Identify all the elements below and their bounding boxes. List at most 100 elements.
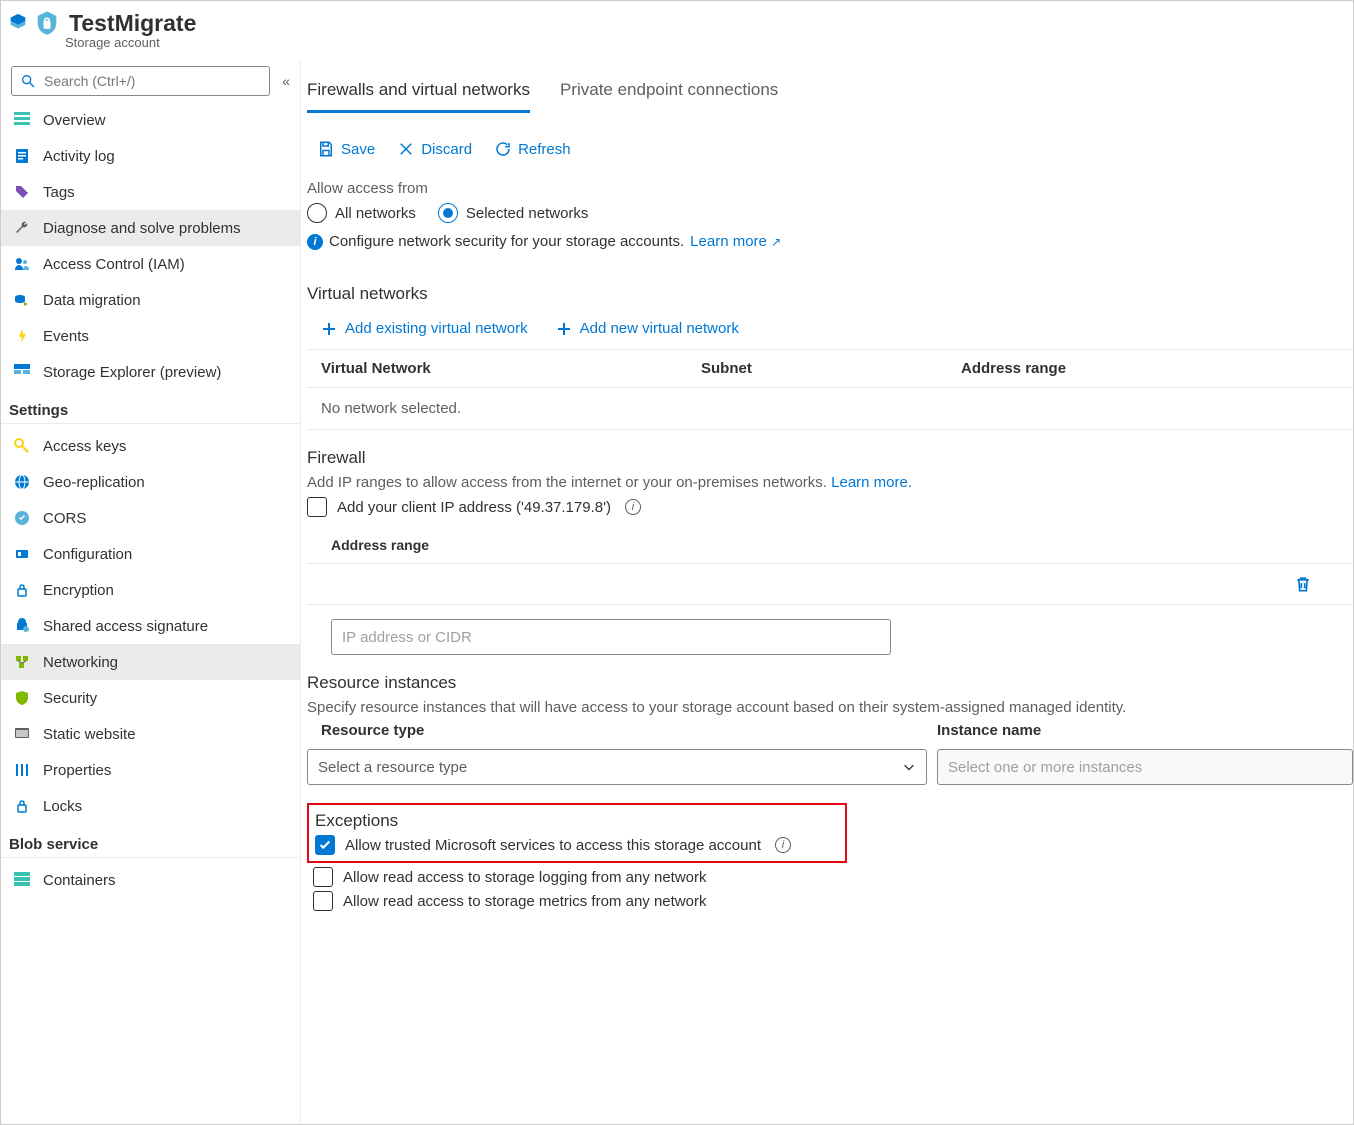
add-existing-vnet-button[interactable]: Add existing virtual network [321, 320, 528, 337]
radio-all-networks[interactable]: All networks [307, 203, 416, 223]
button-label: Add existing virtual network [345, 320, 528, 337]
info-icon[interactable]: i [625, 499, 641, 515]
sidebar-item-label: Networking [43, 654, 118, 671]
sidebar-item-encryption[interactable]: Encryption [1, 572, 300, 608]
sidebar-item-access-keys[interactable]: Access keys [1, 428, 300, 464]
refresh-icon [494, 140, 512, 158]
overview-icon [13, 111, 31, 129]
sidebar-item-locks[interactable]: Locks [1, 788, 300, 824]
discard-button[interactable]: Discard [397, 140, 472, 158]
select-placeholder: Select one or more instances [948, 759, 1142, 776]
sidebar-item-storage-explorer[interactable]: Storage Explorer (preview) [1, 354, 300, 390]
client-ip-checkbox[interactable] [307, 497, 327, 517]
search-field[interactable] [44, 73, 261, 89]
info-text: Configure network security for your stor… [329, 233, 684, 250]
chevron-down-icon [902, 760, 916, 774]
sidebar-item-data-migration[interactable]: Data migration [1, 282, 300, 318]
sidebar-item-properties[interactable]: Properties [1, 752, 300, 788]
sidebar-item-label: Properties [43, 762, 111, 779]
button-label: Save [341, 141, 375, 158]
wrench-icon [13, 219, 31, 237]
external-link-icon: ↗ [771, 235, 781, 249]
ip-address-input[interactable] [331, 619, 891, 655]
access-label: Allow access from [307, 180, 1353, 197]
sidebar-item-activity-log[interactable]: Activity log [1, 138, 300, 174]
sidebar-group-settings: Settings [1, 390, 300, 424]
check-icon [318, 838, 332, 852]
firewall-learn-more-link[interactable]: Learn more. [831, 474, 912, 491]
sidebar-item-containers[interactable]: Containers [1, 862, 300, 898]
sidebar-item-label: Data migration [43, 292, 141, 309]
sidebar-item-label: Static website [43, 726, 136, 743]
sidebar-item-events[interactable]: Events [1, 318, 300, 354]
sidebar-item-tags[interactable]: Tags [1, 174, 300, 210]
website-icon [13, 725, 31, 743]
tab-firewalls[interactable]: Firewalls and virtual networks [307, 70, 530, 113]
sidebar-group-blob: Blob service [1, 824, 300, 858]
add-new-vnet-button[interactable]: Add new virtual network [556, 320, 739, 337]
sidebar-item-geo-replication[interactable]: Geo-replication [1, 464, 300, 500]
sidebar-item-diagnose[interactable]: Diagnose and solve problems [1, 210, 300, 246]
logging-access-checkbox[interactable] [313, 867, 333, 887]
events-icon [13, 327, 31, 345]
tab-private-endpoints[interactable]: Private endpoint connections [560, 70, 778, 113]
sidebar-item-label: Encryption [43, 582, 114, 599]
learn-more-link[interactable]: Learn more ↗ [690, 233, 781, 250]
col-header-resource-type: Resource type [307, 722, 927, 739]
radio-selected-networks[interactable]: Selected networks [438, 203, 589, 223]
vnet-table: Virtual Network Subnet Address range No … [307, 349, 1353, 430]
vnet-title: Virtual networks [307, 284, 1353, 304]
search-input[interactable] [11, 66, 270, 96]
sidebar-item-label: Locks [43, 798, 82, 815]
sidebar-item-label: Access Control (IAM) [43, 256, 185, 273]
sidebar-item-label: CORS [43, 510, 86, 527]
sidebar-item-overview[interactable]: Overview [1, 102, 300, 138]
people-icon [13, 255, 31, 273]
close-icon [397, 140, 415, 158]
tags-icon [13, 183, 31, 201]
sidebar-item-label: Geo-replication [43, 474, 145, 491]
sidebar-item-label: Containers [43, 872, 116, 889]
save-button[interactable]: Save [317, 140, 375, 158]
storage-account-icon [7, 9, 61, 37]
client-ip-label: Add your client IP address ('49.37.179.8… [337, 499, 611, 516]
sidebar-item-networking[interactable]: Networking [1, 644, 300, 680]
col-header-address: Address range [961, 360, 1339, 377]
sidebar-item-configuration[interactable]: Configuration [1, 536, 300, 572]
info-icon[interactable]: i [775, 837, 791, 853]
sidebar-item-label: Access keys [43, 438, 126, 455]
sidebar-item-sas[interactable]: Shared access signature [1, 608, 300, 644]
delete-icon[interactable] [1293, 574, 1313, 594]
sidebar-item-label: Tags [43, 184, 75, 201]
collapse-sidebar-icon[interactable]: « [282, 73, 290, 89]
lock-icon [13, 581, 31, 599]
sidebar-item-label: Shared access signature [43, 618, 208, 635]
migration-icon [13, 291, 31, 309]
col-header-subnet: Subnet [701, 360, 961, 377]
sidebar-item-security[interactable]: Security [1, 680, 300, 716]
radio-label: All networks [335, 205, 416, 222]
resource-type-select[interactable]: Select a resource type [307, 749, 927, 785]
sidebar-item-static-website[interactable]: Static website [1, 716, 300, 752]
exception-label: Allow read access to storage metrics fro… [343, 893, 706, 910]
trusted-services-checkbox[interactable] [315, 835, 335, 855]
containers-icon [13, 871, 31, 889]
page-title: TestMigrate [69, 10, 196, 37]
explorer-icon [13, 363, 31, 381]
sidebar-item-label: Activity log [43, 148, 115, 165]
page-subtitle: Storage account [65, 35, 1353, 50]
firewall-title: Firewall [307, 448, 1353, 468]
exceptions-highlight-box: Exceptions Allow trusted Microsoft servi… [307, 803, 847, 863]
refresh-button[interactable]: Refresh [494, 140, 571, 158]
properties-icon [13, 761, 31, 779]
resource-instances-desc: Specify resource instances that will hav… [307, 699, 1353, 716]
metrics-access-checkbox[interactable] [313, 891, 333, 911]
info-icon: i [307, 234, 323, 250]
config-icon [13, 545, 31, 563]
sidebar-item-label: Events [43, 328, 89, 345]
plus-icon [321, 321, 337, 337]
shield-icon [13, 689, 31, 707]
col-header-vnet: Virtual Network [321, 360, 701, 377]
sidebar-item-access-control[interactable]: Access Control (IAM) [1, 246, 300, 282]
sidebar-item-cors[interactable]: CORS [1, 500, 300, 536]
